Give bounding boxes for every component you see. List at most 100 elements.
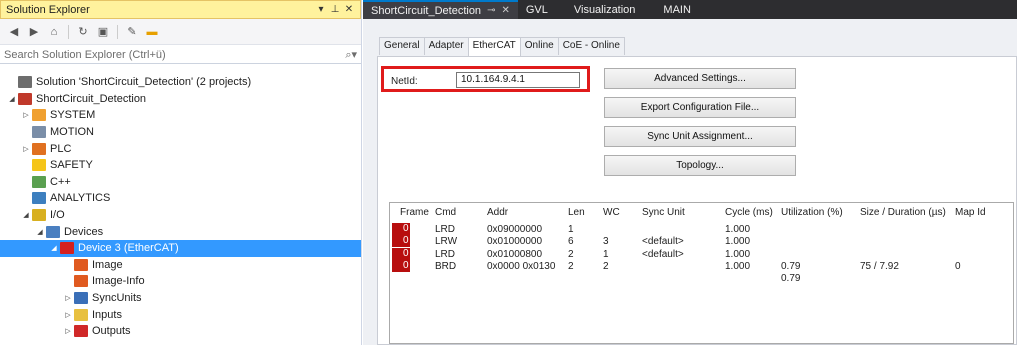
sub-tab[interactable]: EtherCAT	[467, 37, 521, 56]
export-configuration-file-button[interactable]: Export Configuration File...	[604, 97, 796, 118]
table-cell: 1	[603, 248, 609, 260]
preview-icon[interactable]: ▬	[144, 24, 160, 40]
collapse-all-icon[interactable]: ▣	[95, 24, 111, 40]
expand-arrow-icon[interactable]: ▷	[20, 111, 32, 119]
forward-icon[interactable]: ▶	[26, 24, 42, 40]
expand-arrow-icon[interactable]: ▷	[20, 145, 32, 153]
table-cell: LRD	[435, 248, 456, 260]
tree-node[interactable]: Image-Info	[0, 273, 361, 290]
solution-explorer-search[interactable]: Search Solution Explorer (Ctrl+ü) ⌕▾	[0, 47, 361, 64]
tree-node[interactable]: ▷ PLC	[0, 140, 361, 157]
tree-node[interactable]: Solution 'ShortCircuit_Detection' (2 pro…	[0, 74, 361, 91]
column-header[interactable]: Frame	[400, 207, 429, 218]
solution-explorer-panel: Solution Explorer ▾ ⊥ ✕ ◀ ▶ ⌂ ↻ ▣ ✎ ▬ Se…	[0, 0, 362, 345]
expand-arrow-icon[interactable]: ▷	[62, 311, 74, 319]
document-tab[interactable]: GVL	[518, 0, 556, 19]
table-row[interactable]: 0 LRD 0x09000000 1 1.000	[390, 223, 1013, 236]
ethercat-device-icon	[60, 242, 74, 255]
tree-node[interactable]: ◢ Device 3 (EtherCAT)	[0, 239, 361, 257]
home-icon[interactable]: ⌂	[46, 24, 62, 40]
tree-node-label: C++	[50, 175, 71, 188]
document-tab[interactable]: ShortCircuit_Detection ⊸ ✕	[363, 0, 518, 19]
tree-node[interactable]: ANALYTICS	[0, 190, 361, 207]
column-header[interactable]: Sync Unit	[642, 207, 685, 218]
close-tab-icon[interactable]: ✕	[501, 5, 509, 16]
io-icon	[32, 209, 46, 222]
tree-node-label: I/O	[50, 209, 65, 222]
tree-node-label: Solution 'ShortCircuit_Detection' (2 pro…	[36, 76, 252, 89]
tree-node-label: SyncUnits	[92, 292, 142, 305]
collapse-arrow-icon[interactable]: ◢	[20, 211, 32, 219]
column-header[interactable]: WC	[603, 207, 620, 218]
devices-icon	[46, 225, 60, 238]
netid-highlight-box: NetId: 10.1.164.9.4.1	[381, 66, 590, 92]
tree-node-label: Inputs	[92, 308, 122, 321]
sub-tab[interactable]: Adapter	[423, 37, 469, 55]
tree-node[interactable]: MOTION	[0, 124, 361, 141]
dropdown-arrow-icon[interactable]: ▾	[314, 4, 328, 15]
tree-node-label: Devices	[64, 225, 104, 238]
plc-icon	[32, 142, 46, 155]
netid-label: NetId:	[391, 76, 418, 87]
expand-arrow-icon[interactable]: ▷	[62, 327, 74, 335]
table-row[interactable]: 0 BRD 0x0000 0x0130 2 2 1.000 0.79 75 / 7.92 0	[390, 259, 1013, 273]
document-tab-label: MAIN	[663, 3, 691, 16]
system-icon	[32, 109, 46, 122]
toolbar-separator	[68, 24, 69, 39]
image-icon	[74, 258, 88, 271]
column-header[interactable]: Map Id	[955, 207, 986, 218]
column-header[interactable]: Utilization (%)	[781, 207, 843, 218]
solution-explorer-titlebar: Solution Explorer ▾ ⊥ ✕	[0, 0, 361, 19]
collapse-arrow-icon[interactable]: ◢	[34, 228, 46, 236]
tree-node-label: MOTION	[50, 126, 94, 139]
tree-node[interactable]: C++	[0, 174, 361, 191]
document-tab-label: ShortCircuit_Detection	[371, 4, 482, 17]
table-row[interactable]: 0 LRW 0x01000000 6 3 <default> 1.000	[390, 235, 1013, 248]
topology-button[interactable]: Topology...	[604, 155, 796, 176]
column-header[interactable]: Size / Duration (µs)	[860, 207, 946, 218]
tree-node[interactable]: SAFETY	[0, 157, 361, 174]
table-cell: 0x01000800	[487, 248, 543, 260]
search-input[interactable]: Search Solution Explorer (Ctrl+ü)	[4, 49, 345, 61]
table-cell: 0.79	[781, 260, 801, 272]
inputs-icon	[74, 308, 88, 321]
tree-node-label: PLC	[50, 142, 72, 155]
tree-node-label: SYSTEM	[50, 109, 96, 122]
column-header[interactable]: Len	[568, 207, 585, 218]
analytics-icon	[32, 192, 46, 205]
tree-node[interactable]: Image	[0, 257, 361, 274]
table-cell: 1.000	[725, 236, 751, 248]
table-row[interactable]: 0.79	[390, 273, 1013, 285]
sub-tab[interactable]: CoE - Online	[557, 37, 625, 55]
tree-node[interactable]: ◢ Devices	[0, 223, 361, 240]
pin-icon[interactable]: ⊥	[328, 4, 342, 15]
tree-node[interactable]: ▷ Inputs	[0, 306, 361, 323]
sub-tab[interactable]: General	[379, 37, 425, 55]
expand-arrow-icon[interactable]: ▷	[62, 294, 74, 302]
document-tab[interactable]: Visualization	[566, 0, 644, 19]
sync-history-icon[interactable]: ↻	[75, 24, 91, 40]
netid-field[interactable]: 10.1.164.9.4.1	[456, 72, 580, 88]
column-header[interactable]: Addr	[487, 207, 508, 218]
tree-node[interactable]: ▷ SYSTEM	[0, 107, 361, 124]
advanced-settings-button[interactable]: Advanced Settings...	[604, 68, 796, 89]
properties-wrench-icon[interactable]: ✎	[124, 24, 140, 40]
sync-unit-assignment-button[interactable]: Sync Unit Assignment...	[604, 126, 796, 147]
table-row[interactable]: 0 LRD 0x01000800 2 1 <default> 1.000	[390, 247, 1013, 261]
close-icon[interactable]: ✕	[342, 4, 356, 15]
back-icon[interactable]: ◀	[6, 24, 22, 40]
tree-node[interactable]: ▷ SyncUnits	[0, 290, 361, 307]
tree-node[interactable]: ◢ ShortCircuit_Detection	[0, 91, 361, 108]
search-icon[interactable]: ⌕▾	[345, 48, 357, 62]
table-cell: 1	[568, 224, 574, 235]
document-tab[interactable]: MAIN	[655, 0, 699, 19]
column-header[interactable]: Cmd	[435, 207, 456, 218]
column-header[interactable]: Cycle (ms)	[725, 207, 773, 218]
collapse-arrow-icon[interactable]: ◢	[48, 244, 60, 252]
sub-tab[interactable]: Online	[519, 37, 559, 55]
tree-node-label: ANALYTICS	[50, 192, 111, 205]
tree-node[interactable]: ◢ I/O	[0, 207, 361, 224]
tree-node[interactable]: ▷ Outputs	[0, 323, 361, 340]
collapse-arrow-icon[interactable]: ◢	[6, 95, 18, 103]
pin-tab-icon[interactable]: ⊸	[487, 5, 495, 16]
